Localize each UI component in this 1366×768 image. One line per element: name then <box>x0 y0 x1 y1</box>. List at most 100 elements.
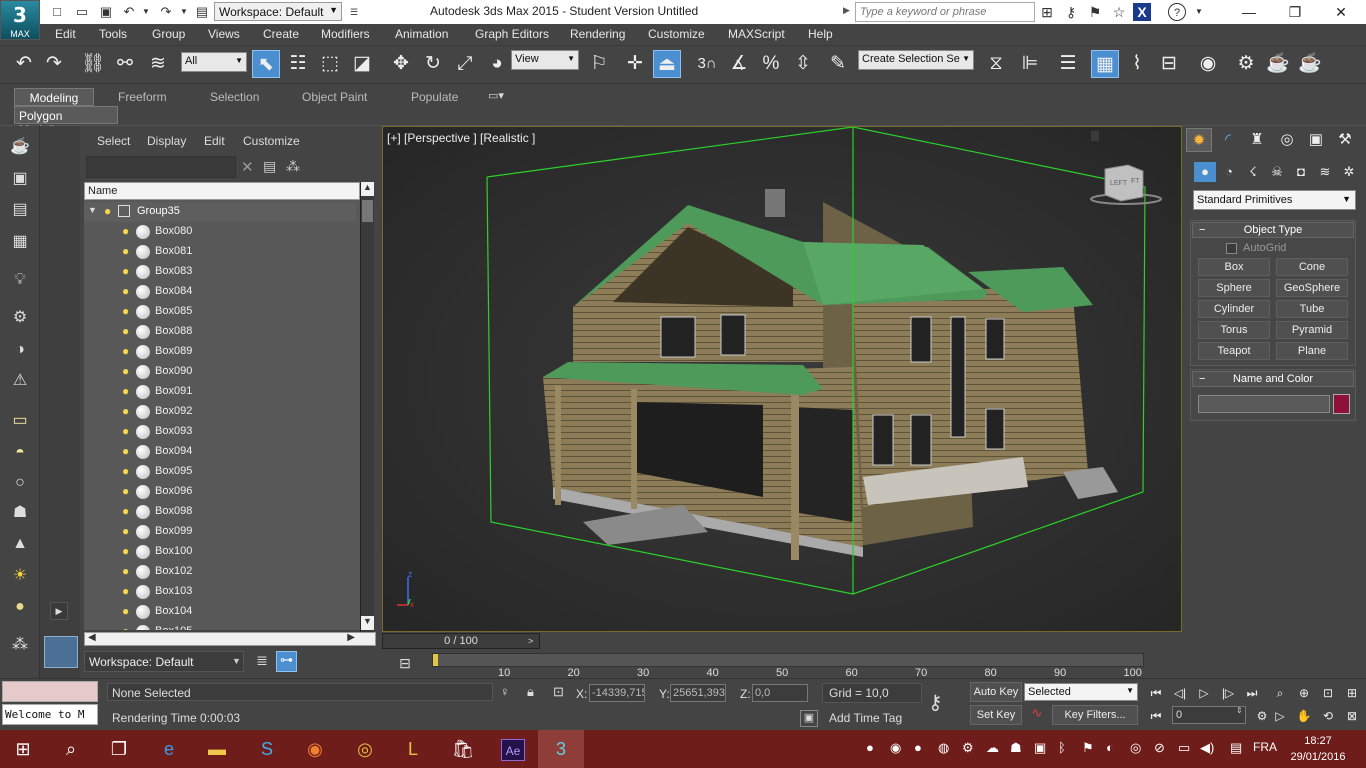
menu-edit[interactable]: Edit <box>55 27 76 41</box>
list-item[interactable]: ● Box094 <box>84 442 356 462</box>
key-mode-toggle-icon[interactable]: ⏮ <box>1146 707 1166 725</box>
binoculars-icon[interactable]: ⊞ <box>1038 3 1056 21</box>
help-icon[interactable]: ? <box>1168 3 1186 21</box>
tray-icon-11[interactable]: ⊘ <box>1154 740 1165 756</box>
layers-icon[interactable]: ≣ <box>252 652 272 672</box>
tray-icon-2[interactable]: ◉ <box>890 740 901 756</box>
isolate-bulb-icon[interactable]: ♀ <box>500 684 510 699</box>
list-item[interactable]: ● Box093 <box>84 422 356 442</box>
after-effects-icon[interactable]: Ae <box>490 730 536 768</box>
zoom-extents-all-icon[interactable]: ⊞ <box>1342 684 1362 702</box>
list-item[interactable]: ● Box085 <box>84 302 356 322</box>
scene-explorer-toggle-icon[interactable]: ▦ <box>1091 50 1119 78</box>
align-icon[interactable]: ⊫ <box>1016 50 1044 78</box>
light-bulb-icon[interactable]: ● <box>122 524 129 538</box>
list-item[interactable]: ● Box089 <box>84 342 356 362</box>
light-bulb-icon[interactable]: 💡︎ <box>8 269 32 291</box>
explorer-horizontal-scrollbar[interactable]: ◀ ▶ <box>84 632 376 646</box>
chevron-down-icon[interactable]: ▼ <box>232 656 241 666</box>
name-color-header[interactable]: − Name and Color <box>1192 371 1354 387</box>
search-icon[interactable]: ⌕ <box>48 730 94 768</box>
list-item[interactable]: ● Box100 <box>84 542 356 562</box>
search-collapse-icon[interactable]: ▶ <box>843 5 850 16</box>
menu-rendering[interactable]: Rendering <box>570 27 625 41</box>
play-icon[interactable]: ▷ <box>1194 684 1214 702</box>
group-row[interactable]: ▼ ● Group35 <box>84 202 356 222</box>
menu-create[interactable]: Create <box>263 27 299 41</box>
tray-icon-8[interactable]: ⚑ <box>1082 740 1094 756</box>
light-bulb-icon[interactable]: ● <box>122 604 129 618</box>
redo-dropdown-icon[interactable]: ▼ <box>175 3 193 21</box>
schematic-view-icon[interactable]: ⊟ <box>1155 50 1183 78</box>
menu-help[interactable]: Help <box>808 27 833 41</box>
shapes-icon[interactable]: ◔ <box>1218 162 1240 182</box>
list-item[interactable]: ● Box095 <box>84 462 356 482</box>
scroll-up-icon[interactable]: ▲ <box>361 182 374 196</box>
reference-coordinate-dropdown[interactable]: View ▼ <box>511 50 579 70</box>
x-coordinate-field[interactable]: -14339,715 <box>589 684 645 702</box>
teapot-icon[interactable]: ☕ <box>8 136 32 158</box>
mini-curve-editor-icon[interactable]: ⊟ <box>395 655 415 673</box>
maximize-viewport-icon[interactable]: ⊠ <box>1342 707 1362 725</box>
absolute-mode-icon[interactable]: ⊡ <box>553 684 564 700</box>
camera-icon[interactable]: ⚙ <box>8 307 32 329</box>
chrome-icon[interactable]: ◎ <box>342 730 388 768</box>
window-crossing-icon[interactable]: ◪ <box>348 50 376 78</box>
search-input[interactable]: Type a keyword or phrase <box>855 2 1035 22</box>
utilities-tab-icon[interactable]: ⚒ <box>1332 128 1358 152</box>
project-folder-icon[interactable]: ▤ <box>193 3 211 21</box>
teapot-button[interactable]: Teapot <box>1198 342 1270 360</box>
zoom-all-icon[interactable]: ⊕ <box>1294 684 1314 702</box>
tab-object-paint[interactable]: Object Paint <box>298 88 371 106</box>
torus-button[interactable]: Torus <box>1198 321 1270 339</box>
object-name-input[interactable] <box>1198 395 1330 413</box>
firefox-icon[interactable]: ◉ <box>292 730 338 768</box>
rendered-frame-window-icon[interactable]: ☕ <box>1264 50 1292 78</box>
redo-icon[interactable]: ↷ <box>40 50 68 78</box>
scroll-left-icon[interactable]: ◀ <box>88 632 96 643</box>
scroll-right-icon[interactable]: ▶ <box>347 632 355 643</box>
go-to-end-icon[interactable]: ⏭ <box>1242 684 1262 702</box>
list-item[interactable]: ● Box105 <box>84 622 356 630</box>
edge-browser-icon[interactable]: e <box>146 730 192 768</box>
light-bulb-icon[interactable]: ● <box>104 204 111 218</box>
tray-icon-1[interactable]: ● <box>866 740 874 755</box>
list-item[interactable]: ● Box099 <box>84 522 356 542</box>
selection-filter-dropdown[interactable]: All ▼ <box>181 52 247 72</box>
snaps-toggle-icon[interactable]: 3∩ <box>693 50 721 78</box>
select-and-rotate-icon[interactable]: ↻ <box>419 50 447 78</box>
unlink-icon[interactable]: ⚯ <box>111 50 139 78</box>
sphere-icon[interactable]: ○ <box>8 472 32 494</box>
tube-button[interactable]: Tube <box>1276 300 1348 318</box>
spinner-snap-icon[interactable]: ⇳ <box>789 50 817 78</box>
autogrid-checkbox[interactable]: AutoGrid <box>1226 242 1286 254</box>
object-color-swatch[interactable] <box>1333 394 1350 414</box>
light-bulb-icon[interactable]: ● <box>122 364 129 378</box>
light-bulb-icon[interactable]: ● <box>122 224 129 238</box>
ribbon-options-icon[interactable]: ▭▾ <box>488 89 504 102</box>
lights-icon[interactable]: ☇ <box>1242 162 1264 182</box>
systems-icon[interactable]: ✲ <box>1338 162 1360 182</box>
light-bulb-icon[interactable]: ● <box>122 584 129 598</box>
tab-freeform[interactable]: Freeform <box>114 88 171 106</box>
new-item-icon[interactable]: ▤ <box>263 158 276 175</box>
named-selection-sets-dropdown[interactable]: Create Selection Se ▼ <box>858 50 974 70</box>
workspace-selector[interactable]: Workspace: Default ▼ <box>214 2 342 21</box>
material-editor-icon[interactable]: ◉ <box>1194 50 1222 78</box>
edit-named-selection-icon[interactable]: ✎ <box>824 50 852 78</box>
save-icon[interactable]: ▣ <box>97 3 115 21</box>
explorer-menu-customize[interactable]: Customize <box>243 134 300 148</box>
expand-toolstrip-icon[interactable]: ▶ <box>50 602 68 620</box>
list-item[interactable]: ● Box092 <box>84 402 356 422</box>
pyramid-button[interactable]: Pyramid <box>1276 321 1348 339</box>
helpers-icon[interactable]: ◘ <box>1290 162 1312 182</box>
help-dropdown-icon[interactable]: ▼ <box>1190 3 1208 21</box>
time-tag-icon[interactable]: ▣ <box>800 710 818 727</box>
viewport-label[interactable]: [+] [Perspective ] [Realistic ] <box>387 131 535 145</box>
set-key-mode-key-icon[interactable]: ⚷ <box>928 690 943 715</box>
explorer-vertical-scrollbar[interactable]: ▲ ▼ <box>360 182 374 632</box>
tray-icon-3[interactable]: ● <box>914 740 922 755</box>
light-bulb-icon[interactable]: ● <box>122 244 129 258</box>
collapse-triangle-icon[interactable]: ▼ <box>88 205 97 215</box>
key-mode-dropdown[interactable]: Selected ▼ <box>1024 683 1138 701</box>
